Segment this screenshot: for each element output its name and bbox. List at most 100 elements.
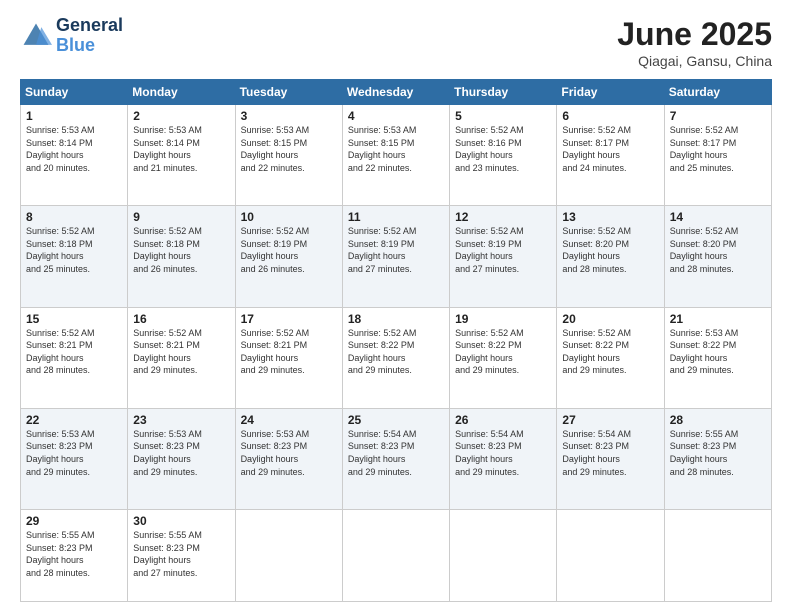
day-number: 26 bbox=[455, 413, 551, 427]
day-info: Sunrise: 5:52 AM Sunset: 8:20 PM Dayligh… bbox=[670, 225, 766, 275]
calendar-cell: 17 Sunrise: 5:52 AM Sunset: 8:21 PM Dayl… bbox=[235, 307, 342, 408]
day-info: Sunrise: 5:53 AM Sunset: 8:23 PM Dayligh… bbox=[241, 428, 337, 478]
day-info: Sunrise: 5:52 AM Sunset: 8:20 PM Dayligh… bbox=[562, 225, 658, 275]
day-info: Sunrise: 5:52 AM Sunset: 8:19 PM Dayligh… bbox=[455, 225, 551, 275]
calendar-title: June 2025 bbox=[617, 16, 772, 53]
day-number: 17 bbox=[241, 312, 337, 326]
day-info: Sunrise: 5:53 AM Sunset: 8:14 PM Dayligh… bbox=[133, 124, 229, 174]
calendar-cell: 15 Sunrise: 5:52 AM Sunset: 8:21 PM Dayl… bbox=[21, 307, 128, 408]
day-info: Sunrise: 5:52 AM Sunset: 8:21 PM Dayligh… bbox=[241, 327, 337, 377]
day-number: 23 bbox=[133, 413, 229, 427]
day-number: 15 bbox=[26, 312, 122, 326]
day-info: Sunrise: 5:53 AM Sunset: 8:22 PM Dayligh… bbox=[670, 327, 766, 377]
day-number: 18 bbox=[348, 312, 444, 326]
day-info: Sunrise: 5:52 AM Sunset: 8:18 PM Dayligh… bbox=[133, 225, 229, 275]
day-info: Sunrise: 5:52 AM Sunset: 8:18 PM Dayligh… bbox=[26, 225, 122, 275]
day-info: Sunrise: 5:52 AM Sunset: 8:22 PM Dayligh… bbox=[562, 327, 658, 377]
calendar-cell bbox=[235, 510, 342, 602]
calendar-cell: 19 Sunrise: 5:52 AM Sunset: 8:22 PM Dayl… bbox=[450, 307, 557, 408]
day-number: 9 bbox=[133, 210, 229, 224]
day-info: Sunrise: 5:53 AM Sunset: 8:23 PM Dayligh… bbox=[133, 428, 229, 478]
calendar-cell bbox=[664, 510, 771, 602]
day-info: Sunrise: 5:52 AM Sunset: 8:19 PM Dayligh… bbox=[348, 225, 444, 275]
header-thursday: Thursday bbox=[450, 80, 557, 105]
calendar-cell: 8 Sunrise: 5:52 AM Sunset: 8:18 PM Dayli… bbox=[21, 206, 128, 307]
day-info: Sunrise: 5:53 AM Sunset: 8:15 PM Dayligh… bbox=[348, 124, 444, 174]
day-info: Sunrise: 5:53 AM Sunset: 8:15 PM Dayligh… bbox=[241, 124, 337, 174]
calendar-subtitle: Qiagai, Gansu, China bbox=[617, 53, 772, 69]
day-number: 4 bbox=[348, 109, 444, 123]
calendar-cell: 12 Sunrise: 5:52 AM Sunset: 8:19 PM Dayl… bbox=[450, 206, 557, 307]
calendar-cell: 13 Sunrise: 5:52 AM Sunset: 8:20 PM Dayl… bbox=[557, 206, 664, 307]
day-number: 21 bbox=[670, 312, 766, 326]
weekday-header-row: Sunday Monday Tuesday Wednesday Thursday… bbox=[21, 80, 772, 105]
calendar-cell bbox=[557, 510, 664, 602]
day-info: Sunrise: 5:53 AM Sunset: 8:23 PM Dayligh… bbox=[26, 428, 122, 478]
day-info: Sunrise: 5:52 AM Sunset: 8:22 PM Dayligh… bbox=[455, 327, 551, 377]
day-number: 2 bbox=[133, 109, 229, 123]
day-number: 25 bbox=[348, 413, 444, 427]
day-info: Sunrise: 5:54 AM Sunset: 8:23 PM Dayligh… bbox=[348, 428, 444, 478]
logo-icon bbox=[20, 20, 52, 52]
day-info: Sunrise: 5:52 AM Sunset: 8:17 PM Dayligh… bbox=[670, 124, 766, 174]
calendar-cell: 11 Sunrise: 5:52 AM Sunset: 8:19 PM Dayl… bbox=[342, 206, 449, 307]
day-info: Sunrise: 5:54 AM Sunset: 8:23 PM Dayligh… bbox=[562, 428, 658, 478]
calendar-cell: 18 Sunrise: 5:52 AM Sunset: 8:22 PM Dayl… bbox=[342, 307, 449, 408]
day-number: 14 bbox=[670, 210, 766, 224]
day-info: Sunrise: 5:55 AM Sunset: 8:23 PM Dayligh… bbox=[133, 529, 229, 579]
calendar-cell: 3 Sunrise: 5:53 AM Sunset: 8:15 PM Dayli… bbox=[235, 105, 342, 206]
day-info: Sunrise: 5:52 AM Sunset: 8:17 PM Dayligh… bbox=[562, 124, 658, 174]
calendar-cell: 16 Sunrise: 5:52 AM Sunset: 8:21 PM Dayl… bbox=[128, 307, 235, 408]
calendar-cell bbox=[450, 510, 557, 602]
title-block: June 2025 Qiagai, Gansu, China bbox=[617, 16, 772, 69]
header-monday: Monday bbox=[128, 80, 235, 105]
day-info: Sunrise: 5:52 AM Sunset: 8:19 PM Dayligh… bbox=[241, 225, 337, 275]
calendar-cell: 27 Sunrise: 5:54 AM Sunset: 8:23 PM Dayl… bbox=[557, 408, 664, 509]
calendar-table: Sunday Monday Tuesday Wednesday Thursday… bbox=[20, 79, 772, 602]
calendar-cell: 23 Sunrise: 5:53 AM Sunset: 8:23 PM Dayl… bbox=[128, 408, 235, 509]
header-tuesday: Tuesday bbox=[235, 80, 342, 105]
calendar-week-row: 29 Sunrise: 5:55 AM Sunset: 8:23 PM Dayl… bbox=[21, 510, 772, 602]
page: General Blue June 2025 Qiagai, Gansu, Ch… bbox=[0, 0, 792, 612]
calendar-cell: 21 Sunrise: 5:53 AM Sunset: 8:22 PM Dayl… bbox=[664, 307, 771, 408]
day-number: 10 bbox=[241, 210, 337, 224]
calendar-cell: 30 Sunrise: 5:55 AM Sunset: 8:23 PM Dayl… bbox=[128, 510, 235, 602]
calendar-week-row: 15 Sunrise: 5:52 AM Sunset: 8:21 PM Dayl… bbox=[21, 307, 772, 408]
day-number: 24 bbox=[241, 413, 337, 427]
day-number: 5 bbox=[455, 109, 551, 123]
calendar-cell: 1 Sunrise: 5:53 AM Sunset: 8:14 PM Dayli… bbox=[21, 105, 128, 206]
day-number: 16 bbox=[133, 312, 229, 326]
day-number: 27 bbox=[562, 413, 658, 427]
header-saturday: Saturday bbox=[664, 80, 771, 105]
calendar-cell: 5 Sunrise: 5:52 AM Sunset: 8:16 PM Dayli… bbox=[450, 105, 557, 206]
day-info: Sunrise: 5:53 AM Sunset: 8:14 PM Dayligh… bbox=[26, 124, 122, 174]
day-number: 6 bbox=[562, 109, 658, 123]
calendar-cell: 24 Sunrise: 5:53 AM Sunset: 8:23 PM Dayl… bbox=[235, 408, 342, 509]
day-number: 29 bbox=[26, 514, 122, 528]
calendar-week-row: 8 Sunrise: 5:52 AM Sunset: 8:18 PM Dayli… bbox=[21, 206, 772, 307]
day-info: Sunrise: 5:52 AM Sunset: 8:16 PM Dayligh… bbox=[455, 124, 551, 174]
day-info: Sunrise: 5:52 AM Sunset: 8:21 PM Dayligh… bbox=[133, 327, 229, 377]
calendar-cell: 28 Sunrise: 5:55 AM Sunset: 8:23 PM Dayl… bbox=[664, 408, 771, 509]
logo: General Blue bbox=[20, 16, 123, 56]
header: General Blue June 2025 Qiagai, Gansu, Ch… bbox=[20, 16, 772, 69]
day-number: 19 bbox=[455, 312, 551, 326]
logo-text: General Blue bbox=[56, 16, 123, 56]
calendar-cell: 29 Sunrise: 5:55 AM Sunset: 8:23 PM Dayl… bbox=[21, 510, 128, 602]
calendar-cell: 4 Sunrise: 5:53 AM Sunset: 8:15 PM Dayli… bbox=[342, 105, 449, 206]
calendar-cell: 10 Sunrise: 5:52 AM Sunset: 8:19 PM Dayl… bbox=[235, 206, 342, 307]
day-number: 20 bbox=[562, 312, 658, 326]
day-number: 3 bbox=[241, 109, 337, 123]
calendar-cell: 22 Sunrise: 5:53 AM Sunset: 8:23 PM Dayl… bbox=[21, 408, 128, 509]
day-info: Sunrise: 5:55 AM Sunset: 8:23 PM Dayligh… bbox=[26, 529, 122, 579]
day-info: Sunrise: 5:55 AM Sunset: 8:23 PM Dayligh… bbox=[670, 428, 766, 478]
calendar-cell: 20 Sunrise: 5:52 AM Sunset: 8:22 PM Dayl… bbox=[557, 307, 664, 408]
calendar-cell: 9 Sunrise: 5:52 AM Sunset: 8:18 PM Dayli… bbox=[128, 206, 235, 307]
day-number: 30 bbox=[133, 514, 229, 528]
calendar-cell: 25 Sunrise: 5:54 AM Sunset: 8:23 PM Dayl… bbox=[342, 408, 449, 509]
calendar-cell: 2 Sunrise: 5:53 AM Sunset: 8:14 PM Dayli… bbox=[128, 105, 235, 206]
calendar-cell: 7 Sunrise: 5:52 AM Sunset: 8:17 PM Dayli… bbox=[664, 105, 771, 206]
calendar-cell: 6 Sunrise: 5:52 AM Sunset: 8:17 PM Dayli… bbox=[557, 105, 664, 206]
header-sunday: Sunday bbox=[21, 80, 128, 105]
calendar-cell: 26 Sunrise: 5:54 AM Sunset: 8:23 PM Dayl… bbox=[450, 408, 557, 509]
